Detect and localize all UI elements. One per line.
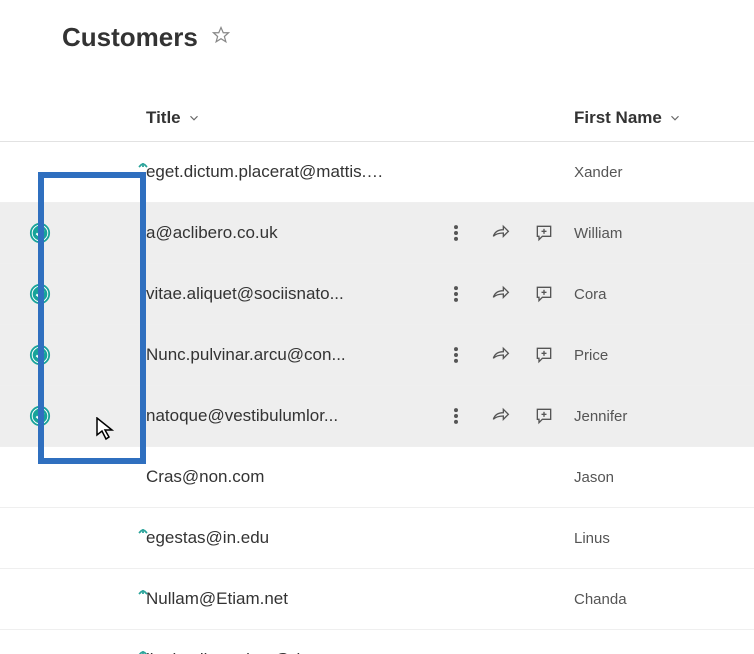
table-row[interactable]: ligula.elit.pretium@risus.caHector — [0, 630, 754, 654]
share-icon[interactable] — [490, 223, 510, 243]
row-first-name: Cora — [574, 286, 607, 303]
share-icon[interactable] — [490, 345, 510, 365]
row-title[interactable]: Cras@non.com — [146, 467, 264, 487]
row-select[interactable] — [0, 344, 80, 366]
row-select[interactable] — [0, 405, 80, 427]
row-title[interactable]: Nunc.pulvinar.arcu@con... — [146, 345, 346, 365]
check-circle-icon[interactable] — [29, 222, 51, 244]
comment-add-icon[interactable] — [534, 223, 554, 243]
new-item-burst-icon — [137, 642, 149, 654]
header-first-name[interactable]: First Name — [574, 95, 754, 141]
row-first-name: Linus — [574, 530, 610, 547]
table-row[interactable]: a@aclibero.co.uk William — [0, 203, 754, 264]
table-row[interactable]: eget.dictum.placerat@mattis.ca Xander — [0, 142, 754, 203]
chevron-down-icon[interactable] — [668, 111, 682, 125]
check-circle-icon[interactable] — [29, 405, 51, 427]
table-row[interactable]: Cras@non.com Jason — [0, 447, 754, 508]
row-first-name: William — [574, 225, 622, 242]
more-options-icon[interactable] — [446, 284, 466, 304]
row-first-name: Price — [574, 347, 608, 364]
row-first-name: Jennifer — [574, 408, 627, 425]
table-header-row: Title First Name — [0, 95, 754, 142]
row-title[interactable]: ligula.elit.pretium@risus.ca — [146, 650, 349, 654]
more-options-icon[interactable] — [446, 406, 466, 426]
check-circle-icon[interactable] — [29, 283, 51, 305]
row-select[interactable] — [0, 222, 80, 244]
row-first-name: Chanda — [574, 591, 627, 608]
check-circle-icon[interactable] — [29, 344, 51, 366]
new-item-burst-icon — [137, 581, 149, 601]
row-select[interactable] — [0, 283, 80, 305]
table-row[interactable]: vitae.aliquet@sociisnato... Cora — [0, 264, 754, 325]
row-title[interactable]: eget.dictum.placerat@mattis.ca — [146, 162, 384, 182]
more-options-icon[interactable] — [446, 345, 466, 365]
share-icon[interactable] — [490, 406, 510, 426]
row-first-name: Xander — [574, 164, 622, 181]
customers-list: Title First Name eget.dictum.placerat@ma… — [0, 95, 754, 654]
share-icon[interactable] — [490, 284, 510, 304]
row-title[interactable]: egestas@in.edu — [146, 528, 269, 548]
comment-add-icon[interactable] — [534, 345, 554, 365]
table-row[interactable]: natoque@vestibulumlor... Jennifer — [0, 386, 754, 447]
row-first-name: Jason — [574, 469, 614, 486]
table-row[interactable]: egestas@in.edu Linus — [0, 508, 754, 569]
header-first-name-label: First Name — [574, 108, 662, 128]
header-select-all[interactable] — [0, 95, 80, 141]
comment-add-icon[interactable] — [534, 284, 554, 304]
row-title[interactable]: a@aclibero.co.uk — [146, 223, 278, 243]
row-title[interactable]: natoque@vestibulumlor... — [146, 406, 338, 426]
chevron-down-icon[interactable] — [187, 111, 201, 125]
header-title[interactable]: Title — [80, 95, 384, 141]
favorite-star-icon[interactable] — [212, 26, 230, 49]
more-options-icon[interactable] — [446, 223, 466, 243]
table-row[interactable]: Nunc.pulvinar.arcu@con... Price — [0, 325, 754, 386]
comment-add-icon[interactable] — [534, 406, 554, 426]
page-title: Customers — [62, 22, 198, 53]
new-item-burst-icon — [137, 520, 149, 540]
header-title-label: Title — [146, 108, 181, 128]
new-item-burst-icon — [137, 154, 149, 174]
table-row[interactable]: Nullam@Etiam.net Chanda — [0, 569, 754, 630]
row-title[interactable]: Nullam@Etiam.net — [146, 589, 288, 609]
row-title[interactable]: vitae.aliquet@sociisnato... — [146, 284, 344, 304]
